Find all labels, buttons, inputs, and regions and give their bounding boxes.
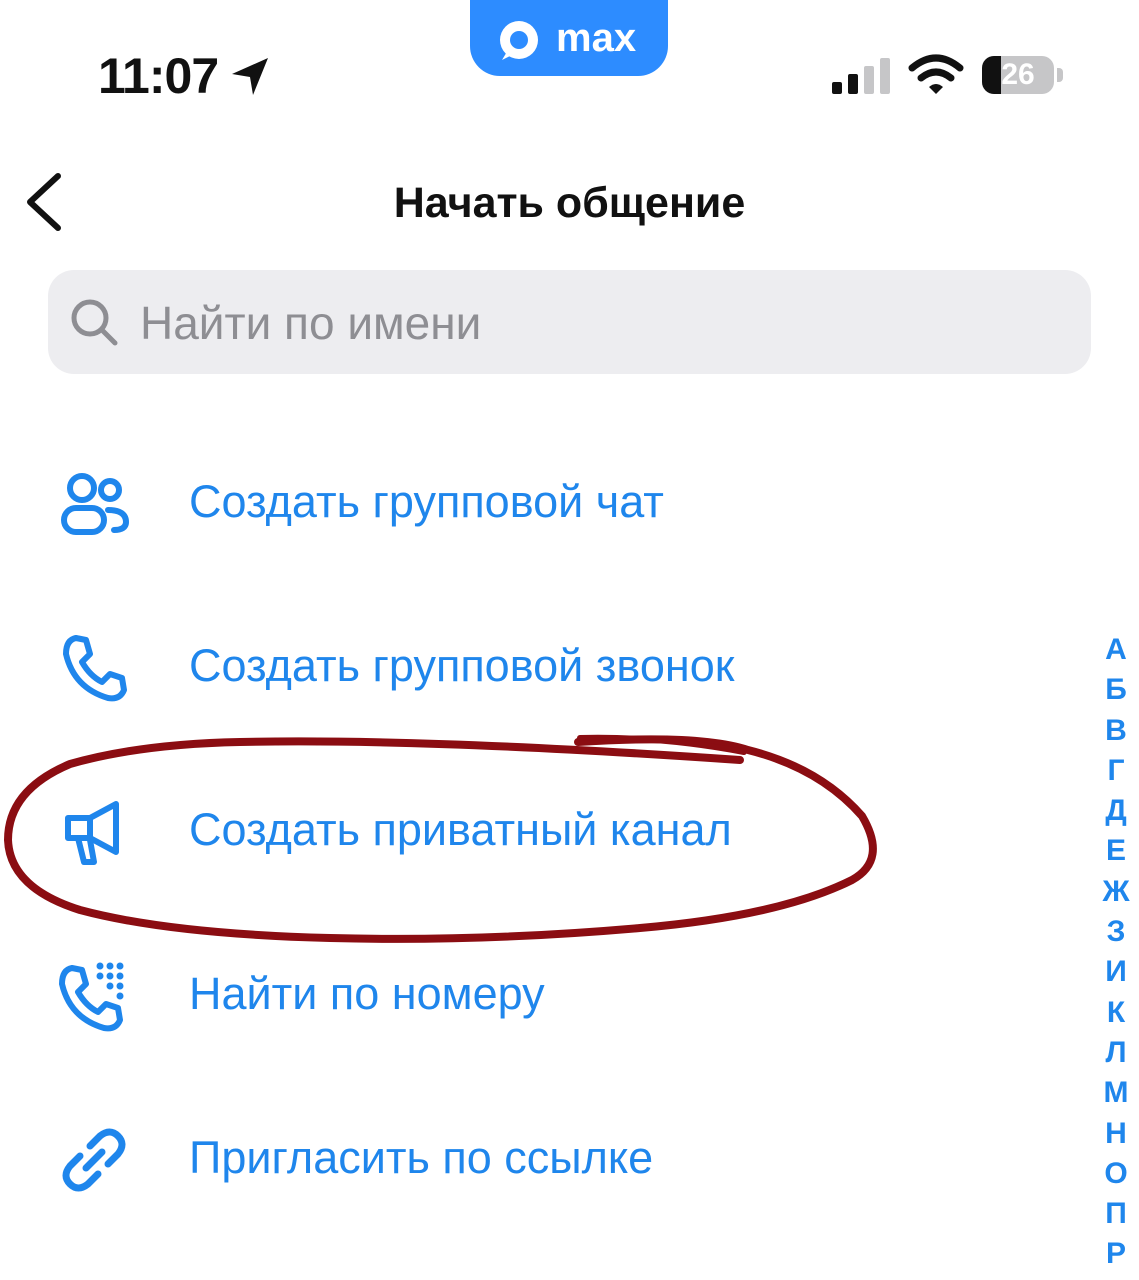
megaphone-icon — [65, 801, 119, 865]
screen: 11:07 max 26 Начать общение Найти по име… — [0, 0, 1139, 1280]
alphabet-index[interactable]: А Б В Г Д Е Ж З И К Л М Н О П Р — [1094, 630, 1138, 1275]
invite-by-link-label: Пригласить по ссылке — [189, 1132, 654, 1183]
invite-by-link-button[interactable]: Пригласить по ссылке — [0, 1088, 1080, 1228]
phone-icon — [63, 635, 127, 702]
alphabet-letter[interactable]: О — [1094, 1154, 1138, 1194]
alphabet-letter[interactable]: Г — [1094, 751, 1138, 791]
create-group-call-button[interactable]: Создать групповой звонок — [0, 596, 1080, 736]
status-time: 11:07 — [98, 48, 219, 104]
find-by-number-label: Найти по номеру — [189, 968, 545, 1019]
battery-indicator: 26 — [982, 56, 1054, 94]
page-title: Начать общение — [393, 179, 746, 227]
create-private-channel-label: Создать приватный канал — [189, 804, 732, 855]
search-input[interactable] — [140, 292, 1040, 354]
alphabet-letter[interactable]: М — [1094, 1073, 1138, 1113]
alphabet-letter[interactable]: Н — [1094, 1114, 1138, 1154]
create-group-call-label: Создать групповой звонок — [189, 640, 735, 691]
max-logo-icon — [500, 21, 538, 60]
find-by-number-button[interactable]: Найти по номеру — [0, 924, 1080, 1064]
alphabet-letter[interactable]: Ж — [1094, 872, 1138, 912]
alphabet-letter[interactable]: Д — [1094, 791, 1138, 831]
link-icon — [62, 1128, 126, 1192]
alphabet-letter[interactable]: Л — [1094, 1033, 1138, 1073]
location-arrow-icon — [232, 58, 268, 95]
create-group-chat-button[interactable]: Создать групповой чат — [0, 432, 1080, 572]
create-private-channel-button[interactable]: Создать приватный канал — [0, 760, 1080, 900]
group-icon — [61, 473, 130, 535]
battery-level: 26 — [1001, 58, 1035, 91]
alphabet-letter[interactable]: К — [1094, 993, 1138, 1033]
alphabet-letter[interactable]: Е — [1094, 831, 1138, 871]
brand-name: max — [556, 16, 637, 60]
dialpad-phone-icon — [59, 962, 124, 1032]
alphabet-letter[interactable]: И — [1094, 952, 1138, 992]
alphabet-letter[interactable]: П — [1094, 1194, 1138, 1234]
wifi-icon — [908, 54, 964, 94]
battery-cap — [1057, 68, 1063, 82]
alphabet-letter[interactable]: Р — [1094, 1234, 1138, 1274]
alphabet-letter[interactable]: З — [1094, 912, 1138, 952]
search-icon — [71, 299, 118, 346]
signal-icon — [832, 58, 890, 94]
alphabet-letter[interactable]: В — [1094, 711, 1138, 751]
create-group-chat-label: Создать групповой чат — [189, 476, 664, 527]
alphabet-letter[interactable]: Б — [1094, 670, 1138, 710]
alphabet-letter[interactable]: А — [1094, 630, 1138, 670]
